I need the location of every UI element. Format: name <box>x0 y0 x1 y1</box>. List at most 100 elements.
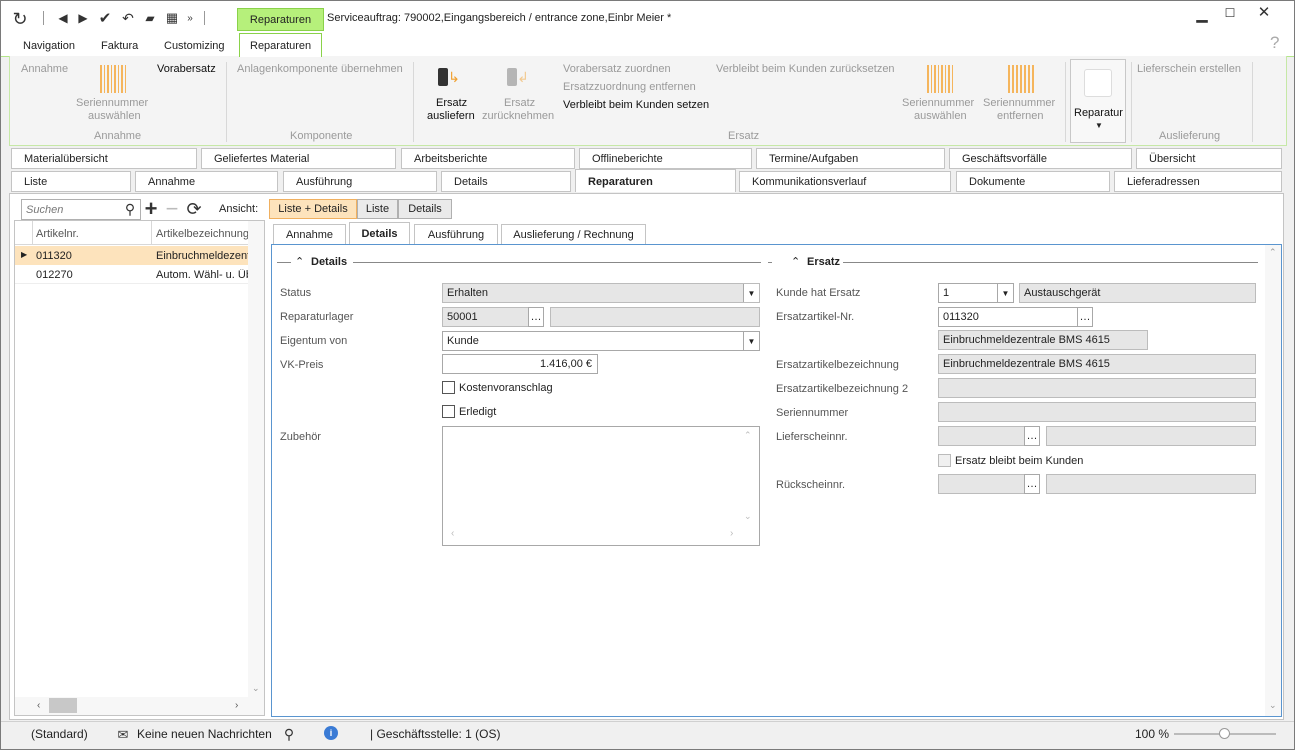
status-label: Status <box>280 287 312 299</box>
chevron-down-icon[interactable]: ▼ <box>997 284 1013 302</box>
subtab-annahme[interactable]: Annahme <box>273 224 346 245</box>
tab-ausfuehrung[interactable]: Ausführung <box>283 171 437 192</box>
tab-uebersicht[interactable]: Übersicht <box>1136 148 1282 169</box>
tab-faktura[interactable]: Faktura <box>101 40 138 52</box>
kunde-hat-ersatz-select[interactable]: 1 ▼ <box>938 283 1014 303</box>
scrollbar-thumb[interactable] <box>49 698 77 713</box>
undo-icon[interactable]: ↶ <box>121 10 135 26</box>
ersatz-bleibt-checkbox[interactable] <box>938 454 951 467</box>
save-check-icon[interactable]: ✔ <box>97 10 113 27</box>
ersatzzuordnung-entfernen-button[interactable]: Ersatzzuordnung entfernen <box>563 81 696 93</box>
barcode-icon <box>927 65 953 93</box>
tab-offlineberichte[interactable]: Offlineberichte <box>579 148 752 169</box>
vorabersatz-zuordnen-button[interactable]: Vorabersatz zuordnen <box>563 63 671 75</box>
view-liste-details-button[interactable]: Liste + Details <box>269 199 357 219</box>
column-header-artikelnr[interactable]: Artikelnr. <box>36 228 79 240</box>
annahme-button[interactable]: Annahme <box>21 63 68 75</box>
vk-preis-field[interactable]: 1.416,00 € <box>442 354 598 374</box>
tab-kommunikationsverlauf[interactable]: Kommunikationsverlauf <box>739 171 951 192</box>
tab-details[interactable]: Details <box>441 171 571 192</box>
tab-reparaturen-page[interactable]: Reparaturen <box>575 169 736 192</box>
tab-customizing[interactable]: Customizing <box>164 40 225 52</box>
tab-dokumente[interactable]: Dokumente <box>956 171 1110 192</box>
seriennummer-field <box>938 402 1256 422</box>
table-row[interactable]: ▶ 011320 Einbruchmeldezentrale BMS 4615 <box>15 246 248 265</box>
view-liste-button[interactable]: Liste <box>357 199 398 219</box>
eigentum-select[interactable]: Kunde ▼ <box>442 331 760 351</box>
tab-liste[interactable]: Liste <box>11 171 131 192</box>
verbleibt-zuruecksetzen-button[interactable]: Verbleibt beim Kunden zurücksetzen <box>716 63 895 75</box>
cell-artikelbezeichnung: Autom. Wähl- u. Übertragungsgerät <box>156 269 248 281</box>
ersatz-ausliefern-button[interactable]: Ersatz <box>436 97 467 109</box>
back-icon[interactable]: ◀ <box>57 11 69 25</box>
reparaturlager-field[interactable]: 50001 <box>442 307 529 327</box>
search-icon[interactable]: ⚲ <box>122 201 138 217</box>
reparatur-dropdown-button[interactable]: Reparatur ▼ <box>1070 59 1126 143</box>
tab-termine-aufgaben[interactable]: Termine/Aufgaben <box>756 148 945 169</box>
info-icon[interactable]: i <box>324 726 338 740</box>
ersatzartikel-nr-field[interactable]: 011320 <box>938 307 1078 327</box>
chevron-down-icon[interactable]: ▼ <box>743 332 759 350</box>
seriennummer-auswaehlen2-button[interactable]: Seriennummer <box>902 97 974 109</box>
seriennummer-entfernen-button-line2[interactable]: entfernen <box>997 110 1043 122</box>
horizontal-scrollbar[interactable]: ‹ › <box>15 697 264 715</box>
lieferscheinnr-lookup-button[interactable]: … <box>1024 426 1040 446</box>
rueckscheinnr-lookup-button[interactable]: … <box>1024 474 1040 494</box>
refresh-icon[interactable]: ↻ <box>9 9 31 29</box>
column-header-artikelbezeichnung[interactable]: Artikelbezeichnung <box>156 228 248 240</box>
seriennummer-auswaehlen2-button-line2[interactable]: auswählen <box>914 110 967 122</box>
close-icon[interactable]: ✕ <box>1256 4 1272 21</box>
seriennummer-auswaehlen-button-line2[interactable]: auswählen <box>88 110 141 122</box>
view-details-button[interactable]: Details <box>398 199 452 219</box>
help-icon[interactable]: ? <box>1270 33 1279 53</box>
tab-geschaeftsvorfaelle[interactable]: Geschäftsvorfälle <box>949 148 1132 169</box>
comment-icon[interactable]: ▰ <box>142 11 158 25</box>
zoom-slider[interactable] <box>1174 728 1276 739</box>
subtab-auslieferung-rechnung[interactable]: Auslieferung / Rechnung <box>501 224 646 245</box>
erledigt-checkbox[interactable] <box>442 405 455 418</box>
calendar-icon[interactable]: ▦ <box>164 10 180 26</box>
seriennummer-auswaehlen-button[interactable]: Seriennummer <box>76 97 148 109</box>
status-nachrichten[interactable]: Keine neuen Nachrichten <box>137 727 272 741</box>
panel-scrollbar[interactable]: ⌃ ⌄ <box>1265 245 1281 716</box>
tab-lieferadressen[interactable]: Lieferadressen <box>1114 171 1282 192</box>
table-row[interactable]: 012270 Autom. Wähl- u. Übertragungsgerät <box>15 265 248 284</box>
zubehoer-textarea[interactable]: ⌃ ⌄ ‹ › <box>442 426 760 546</box>
tab-navigation[interactable]: Navigation <box>23 40 75 52</box>
tab-geliefertes-material[interactable]: Geliefertes Material <box>201 148 396 169</box>
forward-icon[interactable]: ▶ <box>77 11 89 25</box>
ersatzartikel-desc-field: Einbruchmeldezentrale BMS 4615 <box>938 330 1148 350</box>
tab-arbeitsberichte[interactable]: Arbeitsberichte <box>401 148 575 169</box>
collapse-ersatz-icon[interactable]: ⌃ <box>791 255 800 268</box>
chevron-down-icon[interactable]: ▼ <box>743 284 759 302</box>
lieferschein-erstellen-button[interactable]: Lieferschein erstellen <box>1137 63 1241 75</box>
zoom-slider-thumb[interactable] <box>1219 728 1230 739</box>
ersatz-zuruecknehmen-button[interactable]: Ersatz <box>504 97 535 109</box>
mail-icon[interactable]: ✉ <box>115 727 131 742</box>
status-select[interactable]: Erhalten ▼ <box>442 283 760 303</box>
anlagenkomponente-button[interactable]: Anlagenkomponente übernehmen <box>237 63 403 75</box>
vertical-scrollbar[interactable]: ⌄ <box>248 221 264 697</box>
ersatz-zuruecknehmen-button-line2[interactable]: zurücknehmen <box>482 110 554 122</box>
ersatz-ausliefern-button-line2[interactable]: ausliefern <box>427 110 475 122</box>
maximize-icon[interactable]: ☐ <box>1222 5 1238 21</box>
tab-annahme[interactable]: Annahme <box>135 171 278 192</box>
seriennummer-entfernen-button[interactable]: Seriennummer <box>983 97 1055 109</box>
minimize-icon[interactable]: ▁ <box>1193 6 1211 22</box>
tab-reparaturen[interactable]: Reparaturen <box>239 33 323 57</box>
refresh-list-icon[interactable]: ⟳ <box>184 199 204 219</box>
collapse-details-icon[interactable]: ⌃ <box>295 255 304 268</box>
search-icon[interactable]: ⚲ <box>281 726 297 742</box>
subtab-ausfuehrung[interactable]: Ausführung <box>414 224 498 245</box>
remove-icon[interactable]: − <box>163 196 181 221</box>
reparaturlager-lookup-button[interactable]: … <box>528 307 544 327</box>
subtab-details[interactable]: Details <box>349 222 410 245</box>
tab-materialuebersicht[interactable]: Materialübersicht <box>11 148 197 169</box>
kostenvoranschlag-checkbox[interactable] <box>442 381 455 394</box>
add-icon[interactable]: + <box>142 196 160 221</box>
verbleibt-setzen-button[interactable]: Verbleibt beim Kunden setzen <box>563 99 709 111</box>
vorabersatz-button[interactable]: Vorabersatz <box>157 63 216 75</box>
more-icon[interactable]: » <box>185 11 195 25</box>
lieferscheinnr-label: Lieferscheinnr. <box>776 431 848 443</box>
ersatzartikel-lookup-button[interactable]: … <box>1077 307 1093 327</box>
